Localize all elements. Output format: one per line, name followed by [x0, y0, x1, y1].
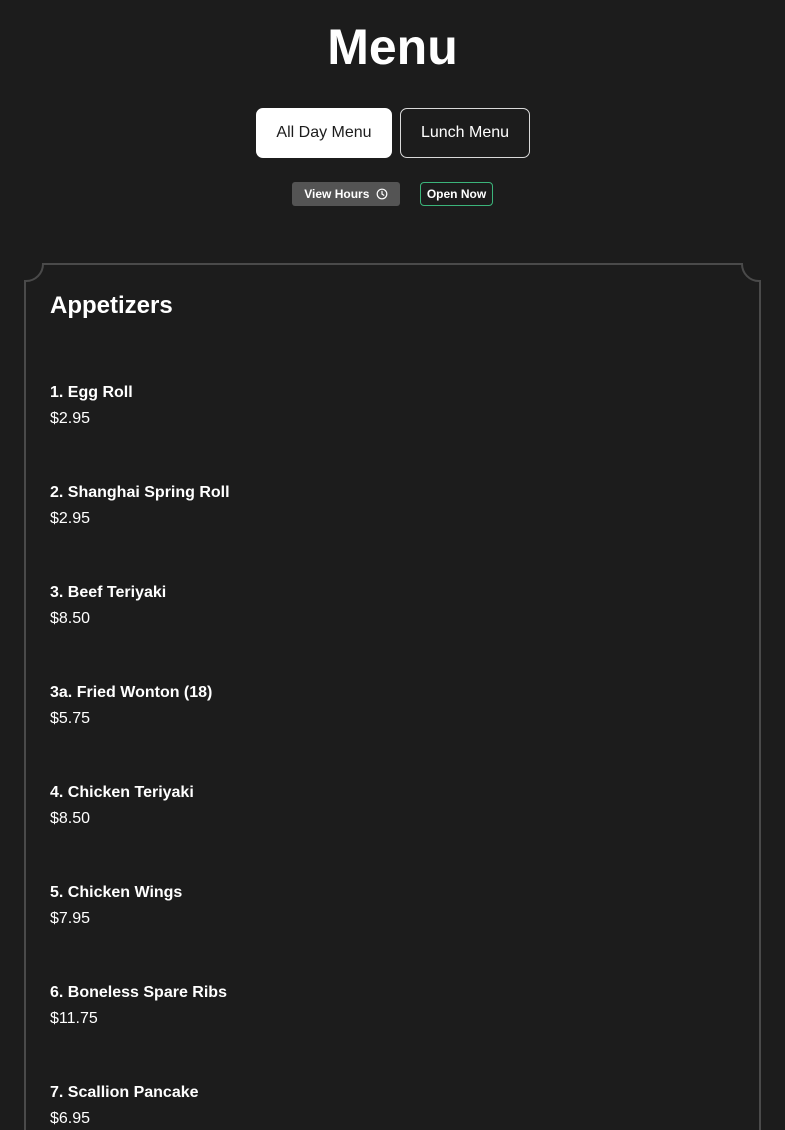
menu-item[interactable]: 4. Chicken Teriyaki $8.50	[50, 783, 740, 829]
menu-section-frame	[24, 263, 761, 1130]
menu-item-price: $2.95	[50, 510, 91, 527]
menu-item[interactable]: 1. Egg Roll $2.95	[50, 383, 740, 429]
menu-item-price: $8.50	[50, 810, 91, 827]
menu-item-name: 3a. Fried Wonton (18)	[50, 684, 213, 701]
menu-item-price: $8.50	[50, 610, 91, 627]
menu-item-price: $11.75	[50, 1010, 98, 1027]
menu-item-name: 7. Scallion Pancake	[50, 1084, 199, 1101]
menu-item-price: $2.95	[50, 410, 91, 427]
menu-item-price: $7.95	[50, 910, 91, 927]
menu-item[interactable]: 5. Chicken Wings $7.95	[50, 883, 740, 929]
menu-item-name: 6. Boneless Spare Ribs	[50, 984, 227, 1001]
menu-item-name: 2. Shanghai Spring Roll	[50, 484, 230, 501]
menu-item-price: $6.95	[50, 1110, 91, 1127]
menu-item-price: $5.75	[50, 710, 91, 727]
menu-item[interactable]: 7. Scallion Pancake $6.95	[50, 1083, 740, 1129]
menu-item[interactable]: 2. Shanghai Spring Roll $2.95	[50, 483, 740, 529]
menu-item-name: 3. Beef Teriyaki	[50, 584, 167, 601]
menu-item[interactable]: 3a. Fried Wonton (18) $5.75	[50, 683, 740, 729]
menu-item[interactable]: 3. Beef Teriyaki $8.50	[50, 583, 740, 629]
menu-item[interactable]: 6. Boneless Spare Ribs $11.75	[50, 983, 740, 1029]
menu-page: Menu All Day Menu Lunch Menu View Hours …	[0, 0, 785, 1130]
section-title-appetizers: Appetizers	[50, 292, 173, 319]
menu-item-name: 4. Chicken Teriyaki	[50, 784, 194, 801]
menu-item-name: 5. Chicken Wings	[50, 884, 183, 901]
menu-item-name: 1. Egg Roll	[50, 384, 133, 401]
